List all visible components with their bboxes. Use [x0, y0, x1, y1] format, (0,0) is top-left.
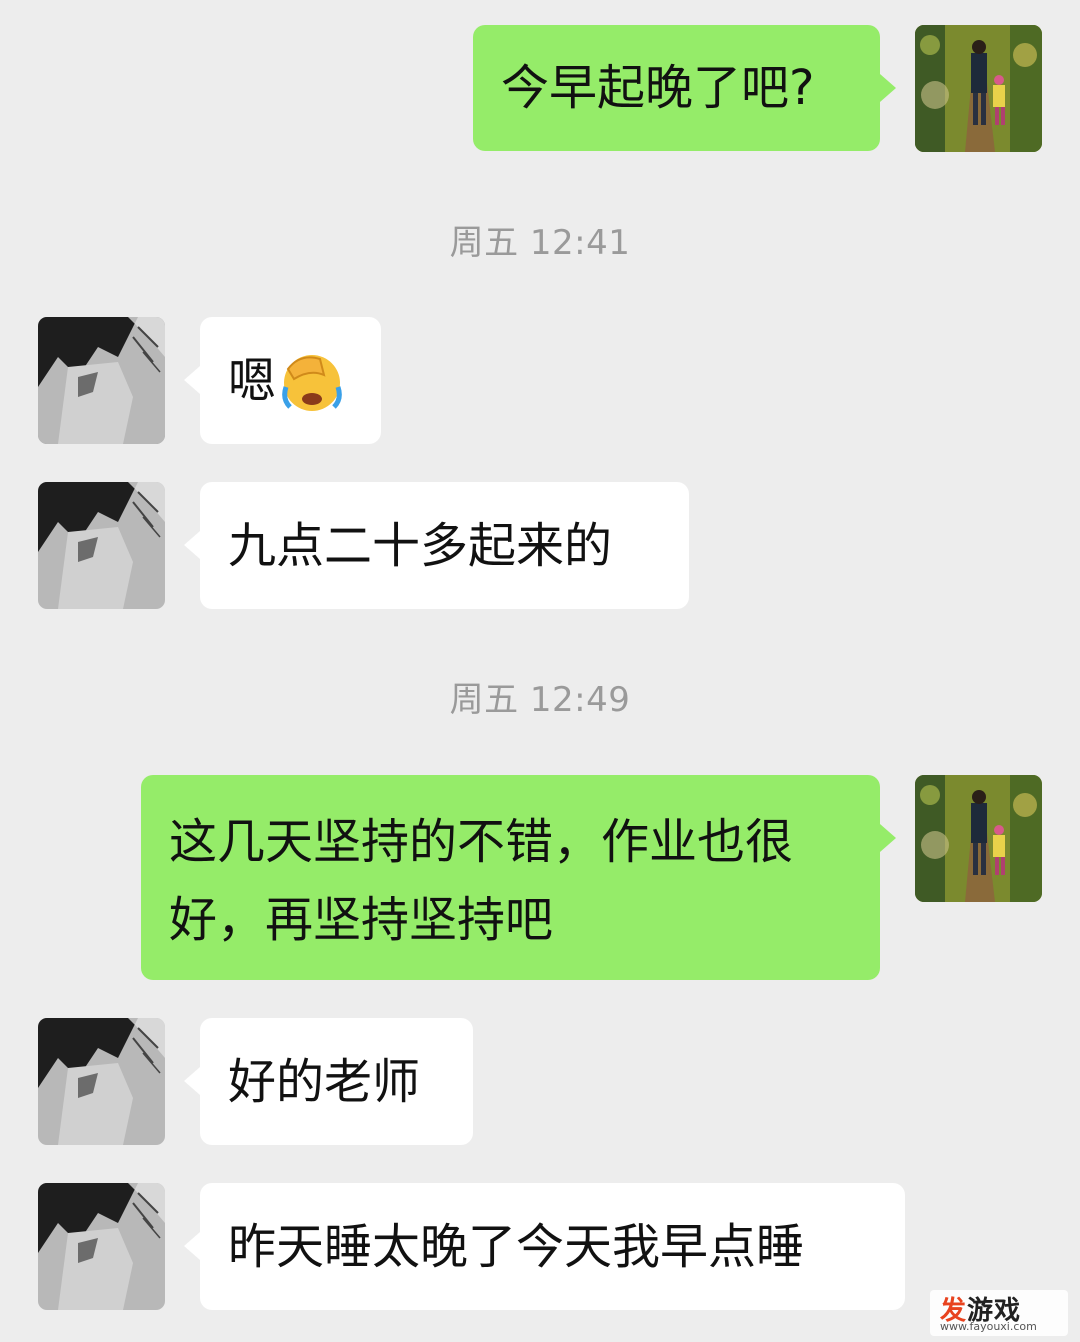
- avatar-contact[interactable]: [38, 1183, 165, 1310]
- message-bubble-incoming[interactable]: 好的老师: [200, 1018, 473, 1145]
- bubble-tail: [880, 824, 896, 852]
- bubble-tail: [184, 366, 200, 394]
- message-text-line-2: 好，再坚持坚持吧: [169, 892, 554, 948]
- avatar-contact[interactable]: [38, 317, 165, 444]
- forest-path-family-avatar-icon: [915, 775, 1042, 902]
- message-text: 今早起晚了吧?: [501, 60, 815, 116]
- forest-path-family-avatar-icon: [915, 25, 1042, 152]
- bubble-tail: [184, 1067, 200, 1095]
- face-palm-crying-emoji-icon: [282, 354, 342, 411]
- timestamp: 周五 12:41: [449, 223, 631, 263]
- message-text-line-1: 这几天坚持的不错，作业也很: [169, 814, 794, 870]
- message-bubble-incoming[interactable]: 九点二十多起来的: [200, 482, 689, 609]
- watermark-url: www.fayouxi.com: [940, 1320, 1037, 1333]
- message-text: 昨天睡太晚了今天我早点睡: [228, 1218, 805, 1275]
- bubble-tail: [880, 74, 896, 102]
- anime-boy-grayscale-avatar-icon: [38, 1018, 165, 1145]
- message-bubble-incoming[interactable]: 昨天睡太晚了今天我早点睡: [200, 1183, 905, 1310]
- bubble-tail: [184, 1232, 200, 1260]
- anime-boy-grayscale-avatar-icon: [38, 482, 165, 609]
- message-text: 九点二十多起来的: [228, 517, 613, 574]
- avatar-self[interactable]: [915, 775, 1042, 902]
- message-bubble-outgoing[interactable]: 今早起晚了吧?: [473, 25, 880, 151]
- message-bubble-incoming[interactable]: 嗯: [200, 317, 381, 444]
- message-text: 嗯: [228, 352, 277, 409]
- avatar-contact[interactable]: [38, 482, 165, 609]
- avatar-self[interactable]: [915, 25, 1042, 152]
- site-watermark: 发游戏 www.fayouxi.com: [930, 1290, 1068, 1336]
- bubble-tail: [184, 531, 200, 559]
- avatar-contact[interactable]: [38, 1018, 165, 1145]
- anime-boy-grayscale-avatar-icon: [38, 317, 165, 444]
- timestamp: 周五 12:49: [449, 680, 631, 720]
- message-text: 好的老师: [228, 1053, 421, 1110]
- anime-boy-grayscale-avatar-icon: [38, 1183, 165, 1310]
- chat-window: 今早起晚了吧? 周五 12:41 嗯 九点二十多起来的 周五 12:49 这几天…: [0, 0, 1080, 1342]
- message-bubble-outgoing[interactable]: 这几天坚持的不错，作业也很 好，再坚持坚持吧: [141, 775, 880, 980]
